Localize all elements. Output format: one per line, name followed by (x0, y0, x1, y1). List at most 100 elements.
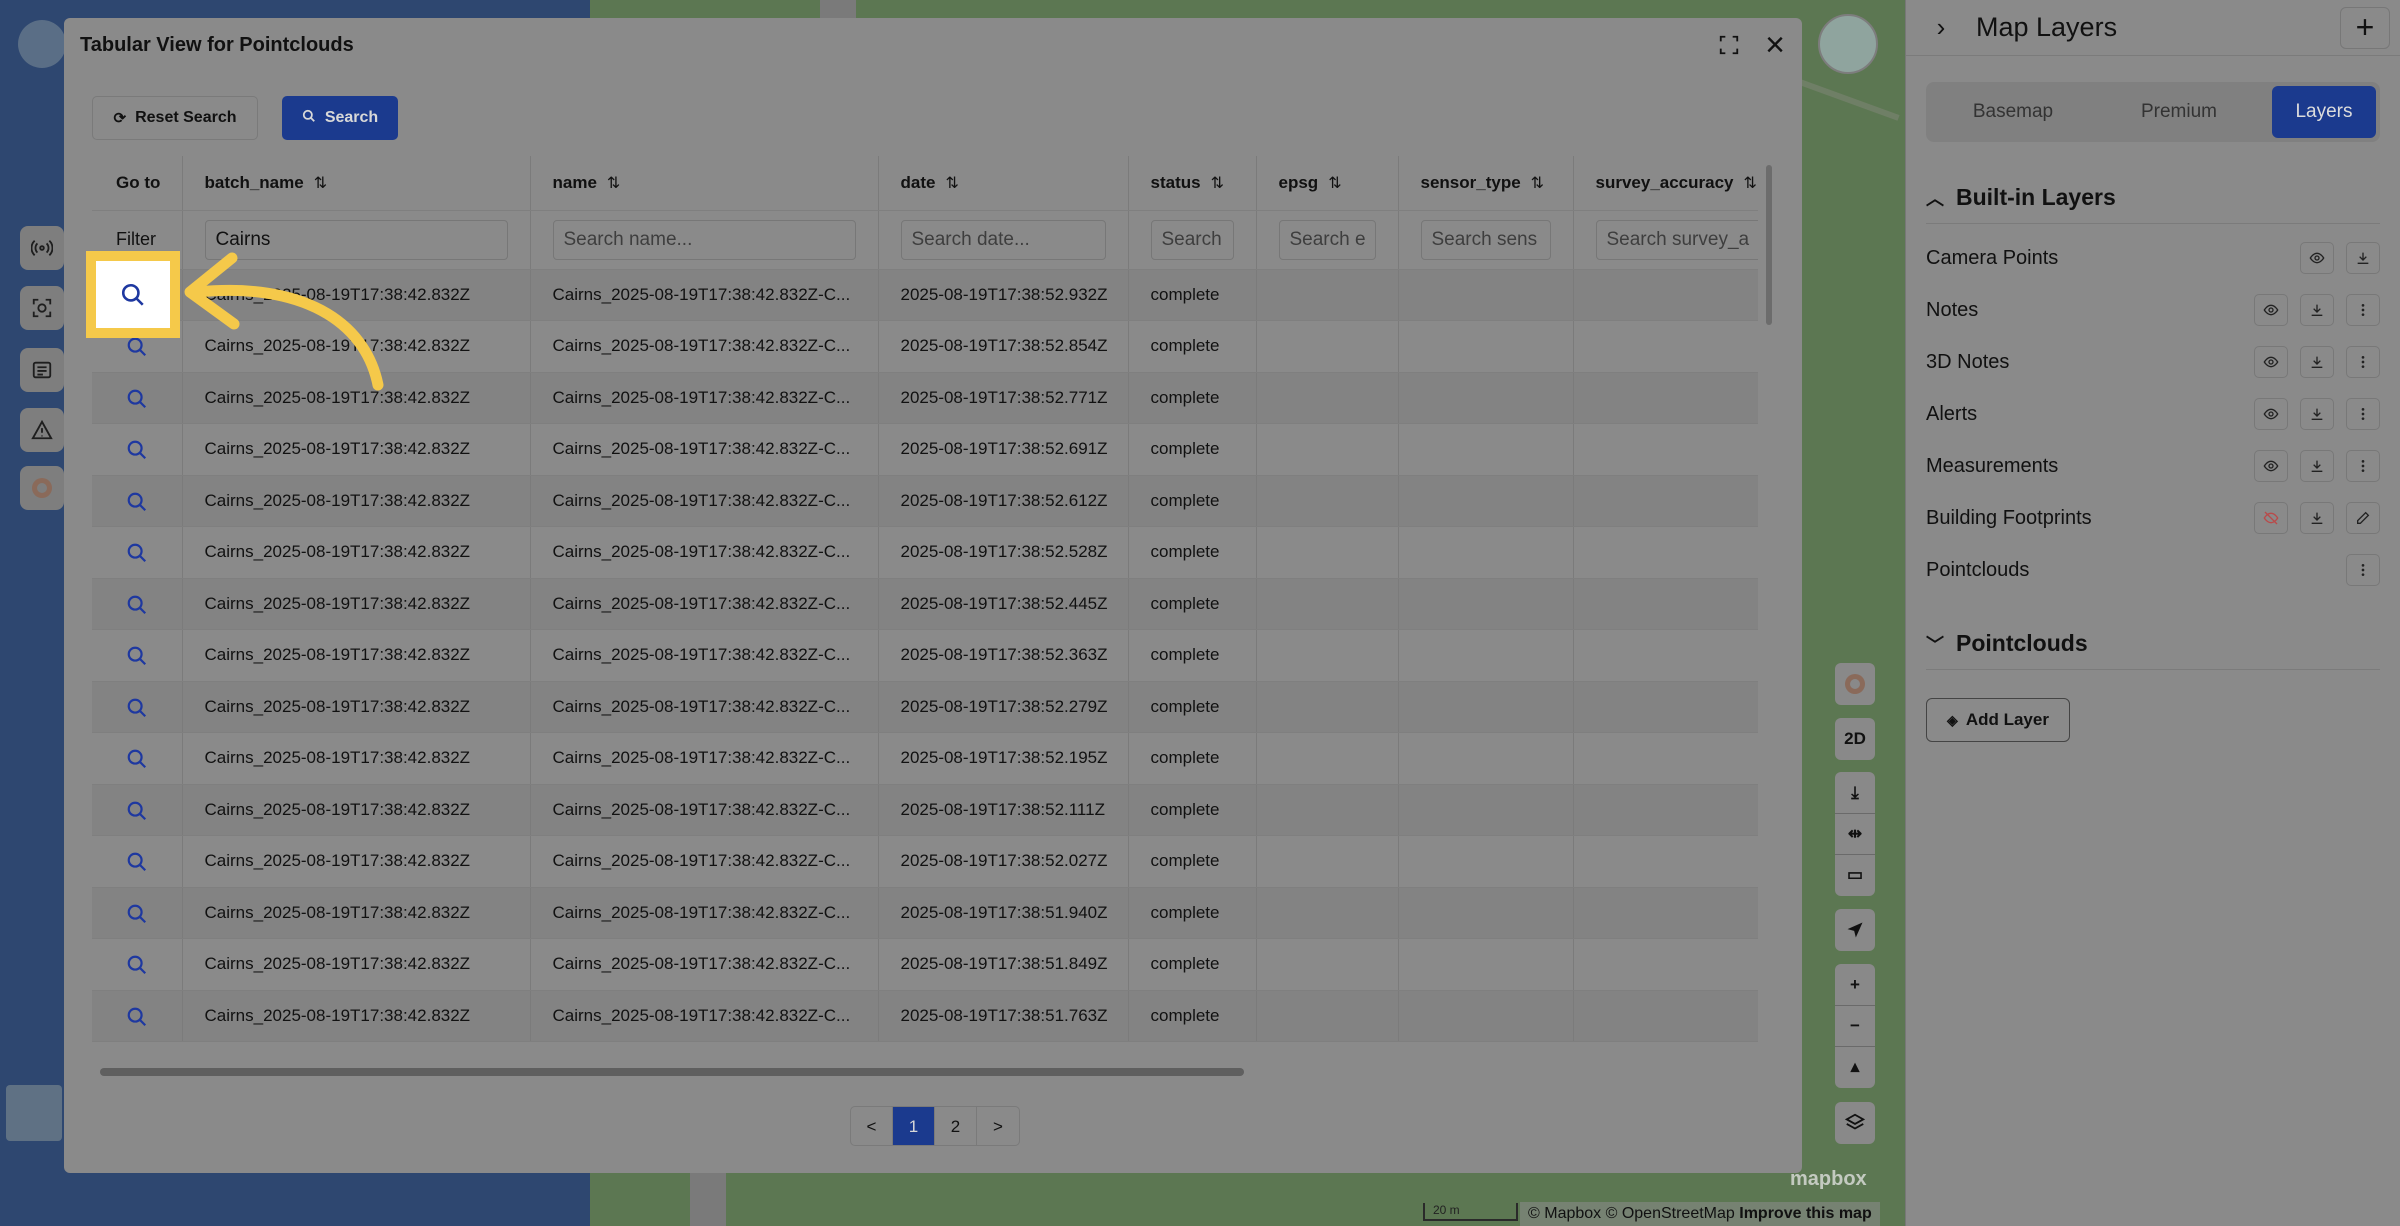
view-mode-button[interactable]: 2D (1835, 718, 1875, 760)
download-icon[interactable]: ⤓ (1835, 773, 1875, 813)
download-icon[interactable] (2300, 502, 2334, 534)
sort-icon[interactable]: ⇅ (1744, 175, 1757, 192)
zoom-out-icon[interactable]: − (1835, 1006, 1875, 1046)
eye-icon[interactable] (2300, 242, 2334, 274)
tab-premium[interactable]: Premium (2096, 86, 2262, 138)
color-wheel-icon[interactable] (20, 466, 64, 510)
column-header-survey-accuracy[interactable]: survey_accuracy ⇅ (1573, 156, 1758, 211)
goto-search-icon[interactable] (92, 526, 183, 579)
edit-icon[interactable] (2346, 502, 2380, 534)
filter-date-input[interactable]: Search date... (900, 219, 1106, 260)
page-2-button[interactable]: 2 (935, 1107, 977, 1145)
more-icon[interactable] (2346, 398, 2380, 430)
filter-sensor-type-input[interactable]: Search sens (1420, 219, 1551, 260)
user-avatar[interactable] (1818, 14, 1878, 74)
layer-row-pointclouds: Pointclouds (1926, 544, 2380, 596)
notes-icon[interactable] (20, 348, 64, 392)
goto-search-icon[interactable] (92, 681, 183, 733)
cell-status: complete (1128, 681, 1257, 733)
goto-search-icon[interactable] (92, 629, 183, 682)
sort-icon[interactable]: ⇅ (1328, 175, 1341, 192)
eye-icon[interactable] (2254, 450, 2288, 482)
sort-icon[interactable]: ⇅ (1211, 175, 1224, 192)
goto-search-icon[interactable] (92, 732, 183, 785)
basemap-thumbnail[interactable] (6, 1085, 62, 1141)
sort-icon[interactable]: ⇅ (1531, 175, 1544, 192)
compass-icon[interactable]: ▴ (1835, 1047, 1875, 1087)
more-icon[interactable] (2346, 346, 2380, 378)
column-header-epsg[interactable]: epsg ⇅ (1256, 156, 1399, 211)
eye-icon[interactable] (2254, 346, 2288, 378)
cell-empty (1398, 320, 1574, 373)
layer-type-tabs: Basemap Premium Layers (1926, 82, 2380, 142)
reset-search-button[interactable]: ⟳ Reset Search (92, 96, 258, 140)
next-page-button[interactable]: > (977, 1107, 1019, 1145)
pointclouds-header[interactable]: ﹀ Pointclouds (1926, 630, 2380, 670)
cell-name: Cairns_2025-08-19T17:38:42.832Z-C... (530, 732, 879, 785)
search-label: Search (324, 109, 379, 126)
goto-search-icon[interactable] (92, 835, 183, 888)
eye-off-icon[interactable] (2254, 502, 2288, 534)
download-icon[interactable] (2300, 294, 2334, 326)
eye-icon[interactable] (2254, 398, 2288, 430)
goto-search-icon[interactable] (92, 475, 183, 527)
sort-icon[interactable]: ⇅ (314, 175, 327, 192)
column-header-batch-name[interactable]: batch_name ⇅ (182, 156, 531, 211)
split-view-icon[interactable]: ⇹ (1835, 814, 1875, 854)
column-header-date[interactable]: date ⇅ (878, 156, 1129, 211)
color-wheel-button[interactable] (1835, 663, 1875, 705)
cell-name: Cairns_2025-08-19T17:38:42.832Z-C... (530, 320, 879, 373)
prev-page-button[interactable]: < (851, 1107, 893, 1145)
add-layer-button[interactable]: ◈ Add Layer (1926, 698, 2070, 742)
download-icon[interactable] (2300, 398, 2334, 430)
column-label: sensor_type (1420, 172, 1521, 192)
more-icon[interactable] (2346, 294, 2380, 326)
filter-epsg-input[interactable]: Search e (1278, 219, 1376, 260)
tab-basemap[interactable]: Basemap (1930, 86, 2096, 138)
collapse-panel-icon[interactable]: › (1906, 12, 1976, 43)
more-icon[interactable] (2346, 554, 2380, 586)
cell-empty (1573, 526, 1758, 579)
improve-map-link[interactable]: Improve this map (1739, 1205, 1871, 1222)
goto-search-icon[interactable] (92, 938, 183, 991)
filter-status-input[interactable]: Search (1150, 219, 1234, 260)
horizontal-scrollbar[interactable] (100, 1068, 1244, 1076)
cell-date: 2025-08-19T17:38:52.932Z (878, 269, 1129, 321)
goto-search-icon[interactable] (92, 990, 183, 1042)
ruler-icon[interactable]: ▭ (1835, 855, 1875, 895)
eye-icon[interactable] (2254, 294, 2288, 326)
zoom-in-icon[interactable]: + (1835, 965, 1875, 1005)
column-header-status[interactable]: status ⇅ (1128, 156, 1257, 211)
builtin-layers-header[interactable]: ︿ Built-in Layers (1926, 184, 2380, 224)
cell-empty (1256, 526, 1399, 579)
download-icon[interactable] (2300, 346, 2334, 378)
fullscreen-icon[interactable] (1712, 28, 1746, 62)
vertical-scrollbar[interactable] (1766, 165, 1772, 325)
column-header-sensor-type[interactable]: sensor_type ⇅ (1398, 156, 1574, 211)
sort-icon[interactable]: ⇅ (945, 175, 958, 192)
broadcast-icon[interactable] (20, 226, 64, 270)
filter-name-input[interactable]: Search name... (552, 219, 856, 260)
search-button[interactable]: Search (282, 96, 398, 140)
close-icon[interactable]: × (1758, 26, 1792, 64)
cell-name: Cairns_2025-08-19T17:38:42.832Z-C... (530, 578, 879, 630)
page-1-button[interactable]: 1 (893, 1107, 935, 1145)
tab-layers[interactable]: Layers (2272, 86, 2376, 138)
download-icon[interactable] (2346, 242, 2380, 274)
goto-search-icon[interactable] (92, 887, 183, 939)
download-icon[interactable] (2300, 450, 2334, 482)
goto-search-icon[interactable] (92, 578, 183, 630)
filter-survey-accuracy-input[interactable]: Search survey_a (1595, 219, 1758, 260)
alert-icon[interactable] (20, 408, 64, 452)
column-header-name[interactable]: name ⇅ (530, 156, 879, 211)
sort-icon[interactable]: ⇅ (607, 175, 620, 192)
more-icon[interactable] (2346, 450, 2380, 482)
goto-search-icon[interactable] (92, 423, 183, 476)
cell-date: 2025-08-19T17:38:52.111Z (878, 784, 1129, 836)
camera-scan-icon[interactable] (20, 286, 64, 330)
goto-search-icon[interactable] (92, 784, 183, 836)
add-icon[interactable]: + (2340, 6, 2390, 49)
layers-button[interactable] (1835, 1102, 1875, 1144)
app-logo-icon[interactable] (18, 20, 66, 68)
locate-button[interactable] (1835, 909, 1875, 951)
